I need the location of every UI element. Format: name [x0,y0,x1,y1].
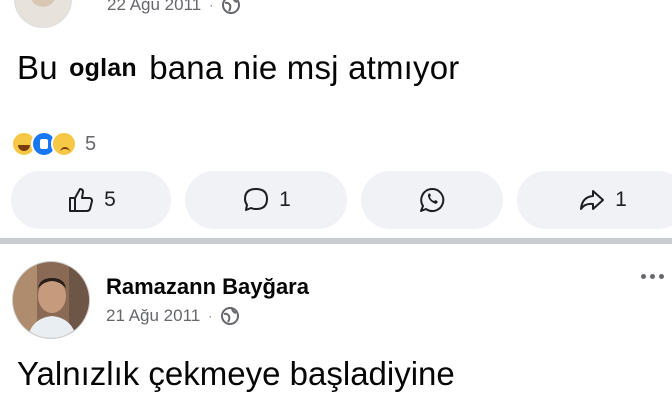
author-avatar[interactable] [12,261,90,339]
action-bar: 5 1 1 [0,171,672,229]
post-date[interactable]: 21 Ağu 2011 [106,306,200,326]
whatsapp-share-button[interactable] [361,171,503,229]
reaction-count: 5 [85,132,97,155]
share-arrow-icon [577,185,607,215]
sad-reaction-icon [51,131,77,157]
post-card-1: 22 Ağu 2011 · Bu oglan bana nie msj atmı… [0,0,672,238]
reactions-summary[interactable]: 5 [11,131,96,157]
comment-bubble-icon [241,185,271,215]
author-name[interactable]: Ramazann Bayğara [106,274,309,300]
whatsapp-icon [417,185,447,215]
post-card-2: Ramazann Bayğara 21 Ağu 2011 · Yalnızlık… [0,244,672,392]
post-text-start: Bu [17,49,58,86]
post-text: Yalnızlık çekmeye başladiyine [17,355,455,392]
post-text-bold-word: oglan [69,54,137,82]
meta-separator: · [208,309,213,323]
more-options-icon[interactable] [641,274,664,279]
thumbs-up-icon [66,185,96,215]
comment-count: 1 [279,188,291,211]
comment-button[interactable]: 1 [185,171,347,229]
share-button[interactable]: 1 [517,171,672,229]
like-button[interactable]: 5 [11,171,171,229]
meta-separator: · [209,0,214,12]
post-meta: 21 Ağu 2011 · [106,306,240,326]
post-meta: 22 Ağu 2011 · [107,0,241,15]
post-text-end: bana nie msj atmıyor [149,49,460,86]
share-count: 1 [615,188,627,211]
globe-icon [221,0,241,15]
post-date[interactable]: 22 Ağu 2011 [107,0,201,15]
globe-icon [220,306,240,326]
author-avatar[interactable] [14,0,72,28]
post-text: Bu oglan bana nie msj atmıyor [17,46,460,90]
like-count: 5 [104,188,116,211]
